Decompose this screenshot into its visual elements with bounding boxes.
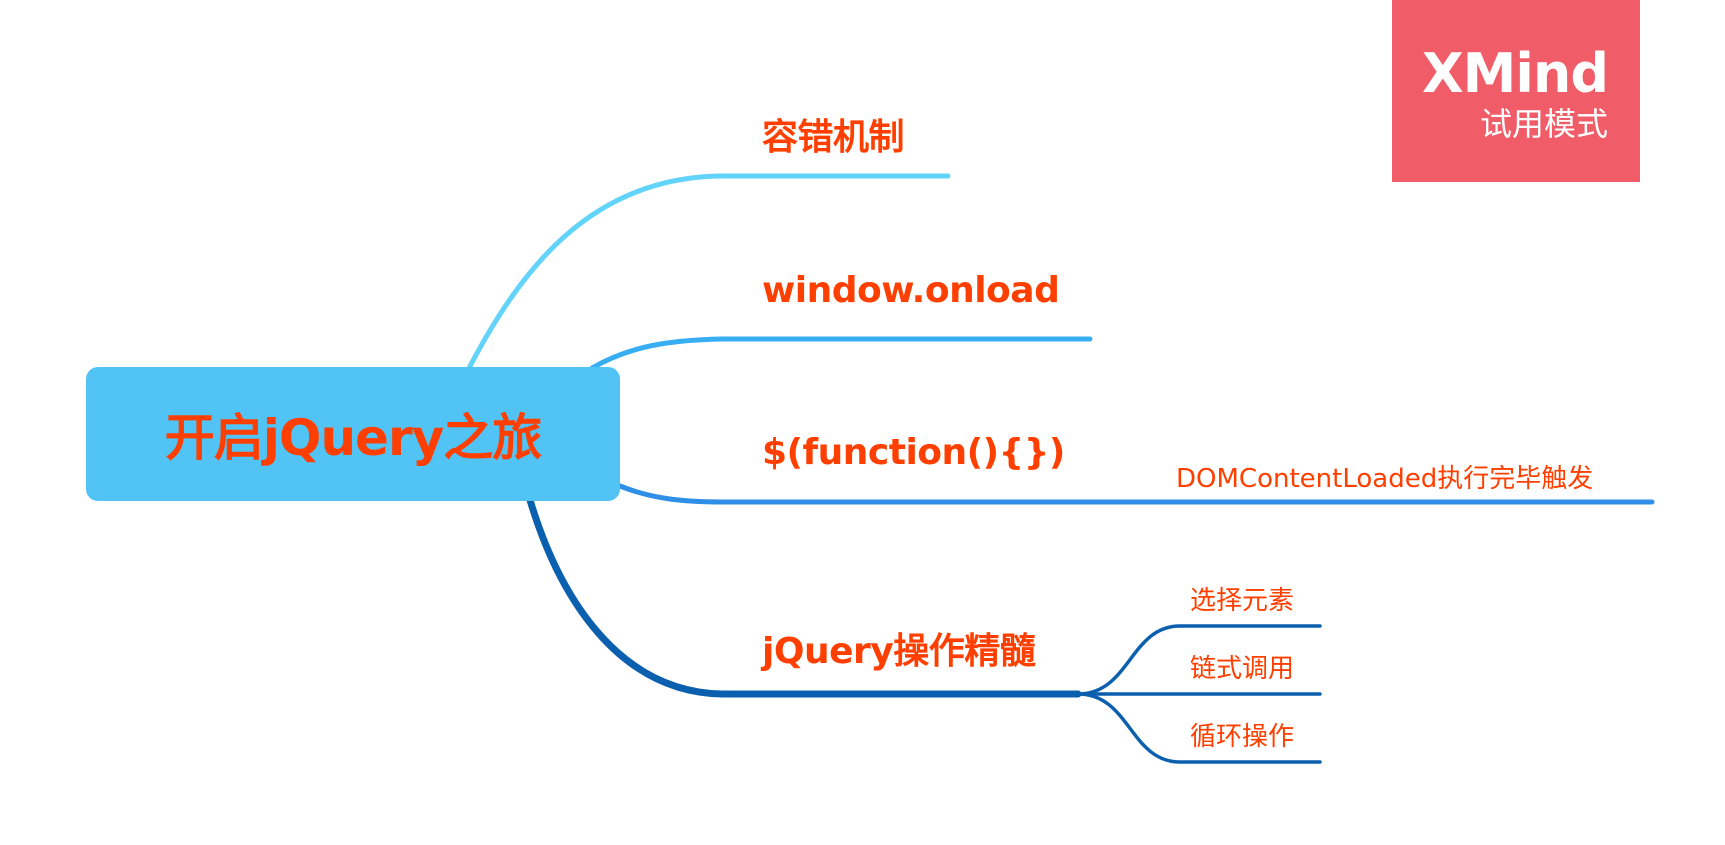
root-topic[interactable]: 开启jQuery之旅 [86, 367, 620, 501]
subtopic-domcontentloaded[interactable]: DOMContentLoaded执行完毕触发 [1176, 458, 1593, 495]
subtopic-label: 循环操作 [1190, 722, 1295, 752]
topic-label: jQuery操作精髓 [762, 631, 1036, 672]
subtopic-loop-operations[interactable]: 循环操作 [1190, 716, 1294, 753]
subtopic-label: 链式调用 [1190, 654, 1295, 684]
topic-document-ready[interactable]: $(function(){}) [762, 432, 1065, 473]
topic-label: 容错机制 [762, 117, 905, 158]
topic-window-onload[interactable]: window.onload [762, 270, 1060, 311]
connector-topic-2 [589, 336, 1093, 371]
xmind-trial-watermark: XMind 试用模式 [1392, 0, 1640, 182]
root-topic-label: 开启jQuery之旅 [164, 409, 542, 467]
topic-label: window.onload [762, 270, 1060, 311]
subtopic-label: DOMContentLoaded执行完毕触发 [1176, 464, 1594, 494]
topic-jquery-essence[interactable]: jQuery操作精髓 [762, 622, 1036, 674]
subtopic-chaining[interactable]: 链式调用 [1190, 648, 1294, 685]
watermark-brand: XMind [1422, 42, 1609, 105]
topic-label: $(function(){}) [762, 432, 1065, 473]
topic-fault-tolerance[interactable]: 容错机制 [762, 108, 905, 160]
subtopic-label: 选择元素 [1190, 586, 1295, 616]
subtopic-select-elements[interactable]: 选择元素 [1190, 580, 1294, 617]
watermark-mode: 试用模式 [1479, 105, 1608, 143]
